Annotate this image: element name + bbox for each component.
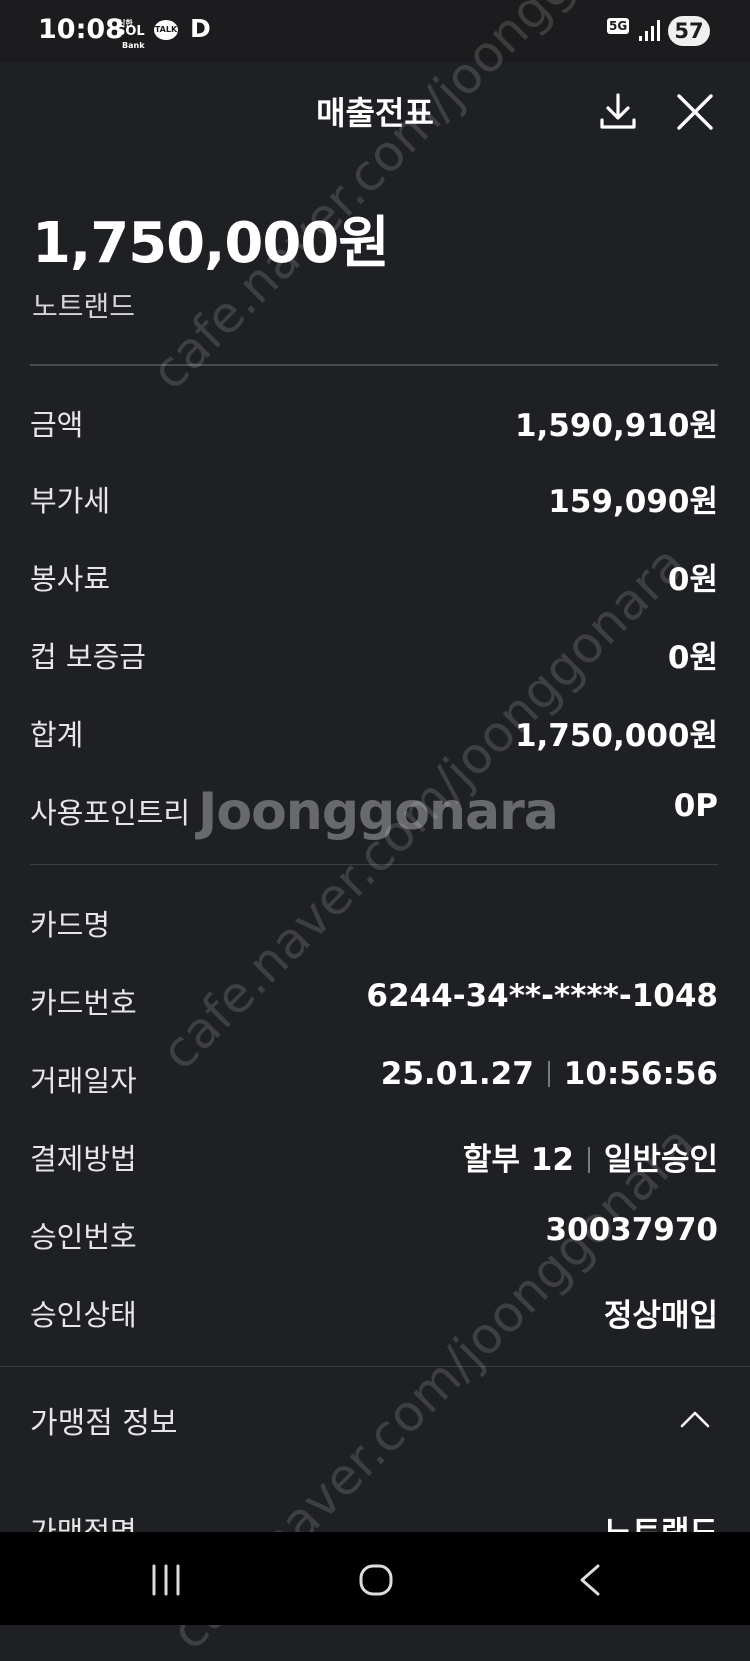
row-label: 결제방법	[30, 1142, 137, 1176]
merchant-info-title[interactable]: 가맹점 정보	[30, 1398, 178, 1442]
shinhan-sol-bank-icon: SOL	[116, 24, 145, 39]
amount-row: 금액 1,590,910원	[30, 394, 718, 444]
card-name-row: 카드명	[30, 894, 718, 944]
row-value: 0원	[667, 562, 718, 598]
row-value: 1,750,000원	[514, 718, 718, 754]
approval-status-row: 승인상태 정상매입	[30, 1284, 718, 1334]
transaction-date: 25.01.27	[380, 1056, 534, 1092]
chevron-up-icon[interactable]	[678, 1408, 712, 1430]
row-label: 카드번호	[30, 986, 137, 1020]
approval-number-row: 승인번호 30037970	[30, 1206, 718, 1256]
row-label: 카드명	[30, 908, 111, 942]
transaction-time: 10:56:56	[563, 1056, 718, 1092]
row-label: 승인번호	[30, 1220, 137, 1254]
battery-icon: 57	[668, 16, 710, 46]
total-amount: 1,750,000원	[32, 211, 390, 276]
row-label: 금액	[30, 408, 84, 442]
vat-row: 부가세 159,090원	[30, 470, 718, 520]
row-label: 컵 보증금	[30, 640, 146, 674]
close-icon[interactable]	[673, 90, 717, 134]
divider	[30, 364, 718, 366]
row-value: 할부 12 일반승인	[463, 1134, 718, 1179]
row-value: 0P	[673, 788, 718, 824]
installment-value: 할부 12	[462, 1142, 574, 1178]
pipe-divider	[547, 1061, 550, 1087]
row-label: 거래일자	[30, 1064, 137, 1098]
card-number-row: 카드번호 6244-34**-****-1048	[30, 972, 718, 1022]
signal-icon	[639, 20, 660, 41]
system-nav-bar	[0, 1532, 750, 1625]
approval-number: 30037970	[545, 1212, 718, 1248]
status-bar: 10:08 신한 SOL Bank TALK D 5G 57	[0, 0, 750, 62]
back-icon[interactable]	[562, 1552, 618, 1608]
pipe-divider	[587, 1147, 590, 1173]
status-time: 10:08	[38, 14, 124, 45]
transaction-date-row: 거래일자 25.01.27 10:56:56	[30, 1050, 718, 1100]
cup-deposit-row: 컵 보증금 0원	[30, 626, 718, 676]
home-icon[interactable]	[348, 1552, 404, 1608]
row-value: 노트랜드	[603, 1515, 718, 1535]
service-fee-row: 봉사료 0원	[30, 548, 718, 598]
approval-type: 일반승인	[603, 1142, 718, 1178]
row-label: 봉사료	[30, 562, 111, 596]
row-label: 사용포인트리	[30, 796, 191, 830]
approval-status: 정상매입	[603, 1298, 718, 1334]
total-row: 합계 1,750,000원	[30, 704, 718, 754]
shinhan-sol-bank-icon-bottom: Bank	[122, 41, 145, 50]
row-label: 합계	[30, 718, 84, 752]
merchant-name: 노트랜드	[32, 290, 136, 323]
merchant-name-row: 가맹점명 노트랜드	[30, 1505, 718, 1535]
watermark-logo: Joonggonara	[198, 782, 559, 842]
app-header: 매출전표	[0, 62, 750, 162]
recents-icon[interactable]	[138, 1552, 194, 1608]
row-value: 1,590,910원	[514, 408, 718, 444]
kakaotalk-icon: TALK	[154, 20, 178, 40]
row-value: 159,090원	[548, 484, 718, 520]
card-number: 6244-34**-****-1048	[366, 978, 718, 1014]
row-label: 승인상태	[30, 1298, 137, 1332]
divider	[30, 864, 718, 865]
row-value: 0원	[667, 640, 718, 676]
payment-method-row: 결제방법 할부 12 일반승인	[30, 1128, 718, 1178]
d-app-icon: D	[190, 14, 211, 43]
row-value: 25.01.27 10:56:56	[381, 1056, 718, 1092]
section-separator	[0, 1366, 750, 1367]
download-icon[interactable]	[596, 90, 640, 134]
row-label: 부가세	[30, 484, 111, 518]
network-5g-icon: 5G	[607, 18, 630, 34]
